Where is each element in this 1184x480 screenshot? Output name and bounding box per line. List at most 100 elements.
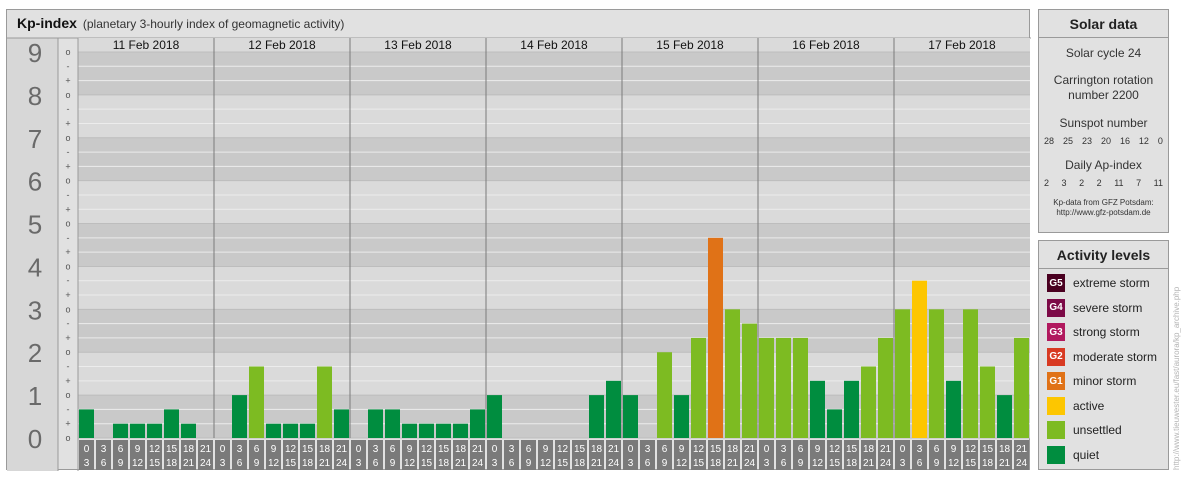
kp-band <box>78 180 1030 224</box>
y-minor-mark: + <box>65 76 70 86</box>
chart-title-main: Kp-index <box>17 15 77 31</box>
kp-bar <box>810 380 825 438</box>
y-minor-mark: + <box>65 161 70 171</box>
sunspot-value: 28 <box>1044 136 1055 146</box>
hour-start-label: 18 <box>999 444 1011 455</box>
day-label: 13 Feb 2018 <box>384 38 452 52</box>
y-minor-mark: o <box>65 219 70 229</box>
activity-levels-heading: Activity levels <box>1039 241 1168 269</box>
kp-bar <box>776 337 791 438</box>
hour-end-label: 18 <box>438 458 450 469</box>
kp-bar <box>912 280 927 438</box>
chart-subtitle: (planetary 3-hourly index of geomagnetic… <box>82 17 345 31</box>
activity-level-moderate-storm: G2 moderate storm <box>1039 345 1168 370</box>
hour-start-label: 6 <box>118 444 124 455</box>
hour-end-label: 6 <box>645 458 651 469</box>
sunspot-value: 20 <box>1100 136 1111 146</box>
kp-bar <box>300 423 315 438</box>
hour-start-label: 12 <box>693 444 705 455</box>
hour-start-label: 9 <box>543 444 549 455</box>
kp-bar <box>725 309 740 438</box>
hour-start-label: 9 <box>951 444 957 455</box>
kp-bar <box>79 409 94 438</box>
hour-start-label: 12 <box>149 444 161 455</box>
kp-bar <box>589 395 604 438</box>
hour-start-label: 0 <box>356 444 362 455</box>
hour-start-label: 12 <box>829 444 841 455</box>
ap-value: 2 <box>1044 178 1050 188</box>
kp-bar <box>181 423 196 438</box>
ap-index-values: 2 3 2 2 11 7 11 <box>1039 178 1168 188</box>
solar-cycle: Solar cycle 24 <box>1065 46 1142 60</box>
kp-bar <box>147 423 162 438</box>
hour-start-label: 6 <box>798 444 804 455</box>
activity-label: severe storm <box>1073 300 1143 315</box>
kp-band <box>78 52 1030 95</box>
kp-bar <box>759 337 774 438</box>
ap-index-label: Daily Ap-index <box>1065 158 1142 172</box>
activity-level-quiet: quiet <box>1039 443 1168 468</box>
hour-end-label: 24 <box>472 458 484 469</box>
y-tick-label: 2 <box>28 338 42 368</box>
kp-bar <box>113 423 128 438</box>
hour-end-label: 21 <box>455 458 467 469</box>
y-tick-label: 0 <box>28 424 42 454</box>
hour-start-label: 21 <box>880 444 892 455</box>
kp-bar <box>742 323 757 438</box>
hour-start-label: 18 <box>591 444 603 455</box>
kp-chart: 0123456789o+o+-o+-o+-o+-o+-o+-o+-o+-o-11… <box>7 37 1031 471</box>
activity-level-severe-storm: G4 severe storm <box>1039 296 1168 321</box>
y-tick-label: 9 <box>28 38 42 68</box>
hour-start-label: 21 <box>336 444 348 455</box>
hour-start-label: 0 <box>84 444 90 455</box>
side-url: http://www.tieuwester.eu/fast/aurora/kp_… <box>1172 286 1181 470</box>
hour-end-label: 21 <box>863 458 875 469</box>
y-minor-mark: + <box>65 118 70 128</box>
day-label: 14 Feb 2018 <box>520 38 588 52</box>
hour-end-label: 12 <box>268 458 280 469</box>
y-minor-mark: o <box>65 433 70 443</box>
activity-label: active <box>1073 398 1105 413</box>
hour-end-label: 12 <box>540 458 552 469</box>
hour-end-label: 3 <box>356 458 362 469</box>
kp-band <box>78 223 1030 267</box>
sunspot-label: Sunspot number <box>1059 116 1148 130</box>
data-credit: Kp-data from GFZ Potsdam: http://www.gfz… <box>1039 198 1168 218</box>
kp-bar <box>130 423 145 438</box>
hour-end-label: 3 <box>84 458 90 469</box>
y-tick-label: 6 <box>28 167 42 197</box>
activity-swatch: G5 <box>1047 274 1065 293</box>
kp-bar <box>657 352 672 438</box>
hour-start-label: 12 <box>965 444 977 455</box>
credit-url: http://www.gfz-potsdam.de <box>1056 208 1151 217</box>
hour-end-label: 18 <box>166 458 178 469</box>
kp-bar <box>929 309 944 438</box>
y-minor-mark: o <box>65 347 70 357</box>
sunspot-value: 25 <box>1062 136 1073 146</box>
hour-end-label: 12 <box>132 458 144 469</box>
hour-start-label: 6 <box>662 444 668 455</box>
day-label: 16 Feb 2018 <box>792 38 860 52</box>
kp-bar <box>470 409 485 438</box>
hour-end-label: 12 <box>676 458 688 469</box>
kp-bar <box>827 409 842 438</box>
kp-bar <box>861 366 876 438</box>
activity-label: quiet <box>1073 447 1100 462</box>
kp-chart-panel: 0 1 2 3 4 5 6 7 8 9 o + o + - o + - o + - o + - o + - o + - o + - o + - o -11… <box>6 9 1031 471</box>
kp-bar <box>402 423 417 438</box>
ap-value: 2 <box>1079 178 1085 188</box>
hour-end-label: 15 <box>693 458 705 469</box>
activity-label: minor storm <box>1073 374 1137 389</box>
y-minor-mark: + <box>65 419 70 429</box>
sunspot-value: 12 <box>1138 136 1149 146</box>
hour-start-label: 6 <box>934 444 940 455</box>
hour-end-label: 9 <box>254 458 260 469</box>
sunspot-value: 0 <box>1157 136 1163 146</box>
hour-end-label: 24 <box>880 458 892 469</box>
hour-end-label: 15 <box>285 458 297 469</box>
activity-label: moderate storm <box>1073 349 1158 364</box>
kp-bar <box>980 366 995 438</box>
y-minor-mark: + <box>65 204 70 214</box>
y-minor-mark: o <box>65 261 70 271</box>
kp-bar <box>164 409 179 438</box>
